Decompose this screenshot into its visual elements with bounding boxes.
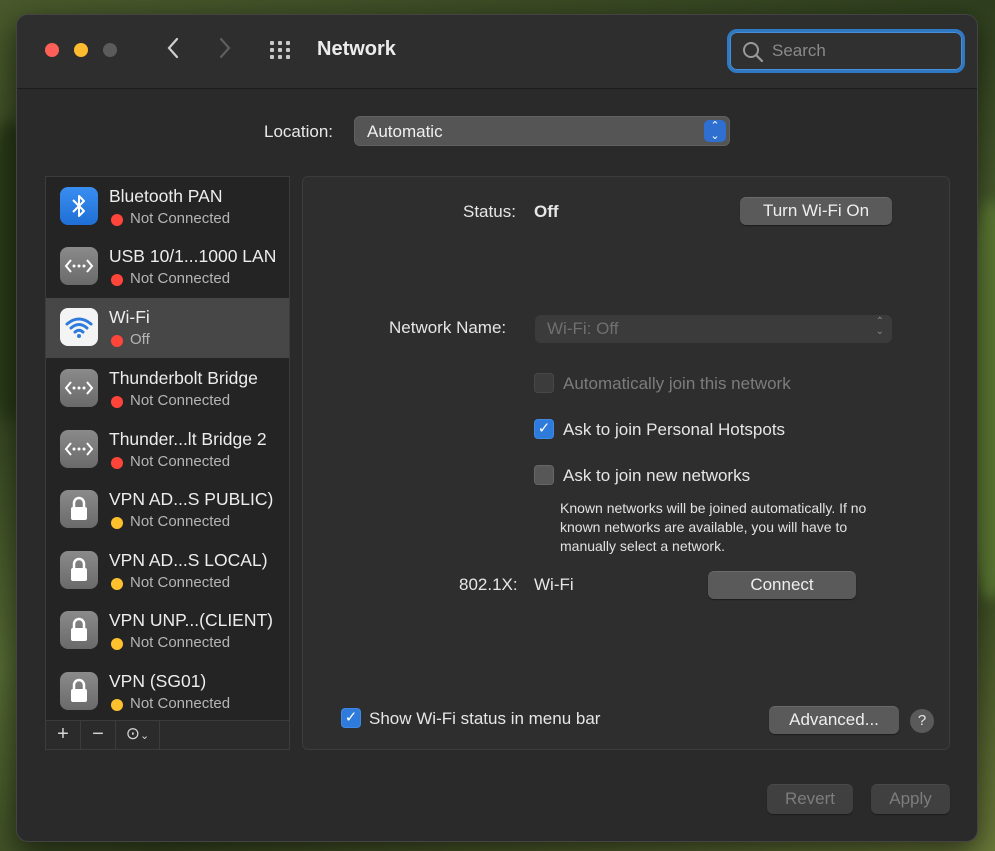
service-item-vpn-public[interactable]: VPN AD...S PUBLIC) Not Connected (46, 480, 289, 540)
status-dot (111, 335, 123, 347)
show-status-menu-bar-label: Show Wi-Fi status in menu bar (369, 709, 601, 728)
location-select[interactable]: Automatic ⌃ ⌄ (354, 116, 730, 146)
forward-button[interactable] (213, 37, 237, 63)
service-item-vpn-client[interactable]: VPN UNP...(CLIENT) Not Connected (46, 601, 289, 661)
zoom-button (103, 43, 117, 57)
status-dot (111, 214, 123, 226)
status-dot (111, 396, 123, 408)
service-status: Not Connected (130, 270, 231, 287)
connect-button[interactable]: Connect (708, 571, 856, 599)
status-value: Off (534, 202, 559, 221)
status-dot (111, 699, 123, 711)
network-name-label: Network Name: (389, 318, 507, 337)
popup-stepper-icon: ⌃ ⌄ (704, 120, 726, 142)
ellipsis-circle-icon: ⊙ (125, 724, 141, 743)
ask-hotspots-checkbox[interactable]: ✓ (534, 419, 554, 439)
service-status: Off (130, 331, 150, 348)
ethernet-icon (60, 430, 98, 468)
apply-button[interactable]: Apply (871, 784, 950, 814)
service-item-usb-lan[interactable]: USB 10/1...1000 LAN Not Connected (46, 237, 289, 297)
status-dot (111, 517, 123, 529)
network-name-value: Wi-Fi: Off (547, 319, 619, 338)
back-button[interactable] (161, 37, 185, 63)
service-status: Not Connected (130, 453, 231, 470)
wifi-icon (60, 308, 98, 346)
chevron-down-icon: ⌄ (140, 730, 150, 742)
remove-service-button[interactable]: − (81, 721, 116, 749)
help-button[interactable]: ? (910, 709, 934, 733)
advanced-button[interactable]: Advanced... (769, 706, 899, 734)
network-preferences-window: Network Location: Automatic ⌃⌄ Bluetooth… (16, 14, 978, 842)
service-status: Not Connected (130, 210, 231, 227)
minimize-button[interactable] (74, 43, 88, 57)
service-name: VPN AD...S PUBLIC) (109, 489, 274, 509)
location-value: Automatic (367, 122, 443, 141)
bluetooth-icon (60, 187, 98, 225)
lock-icon (60, 551, 98, 589)
service-item-thunderbolt-bridge-2[interactable]: Thunder...lt Bridge 2 Not Connected (46, 420, 289, 480)
action-menu-button[interactable]: ⊙⌄ (116, 721, 160, 749)
close-button[interactable] (45, 43, 59, 57)
dot1x-label: 802.1X: (459, 575, 518, 594)
status-dot (111, 578, 123, 590)
network-name-select: Wi-Fi: Off ⌃ ⌄ (535, 315, 892, 343)
service-name: Thunder...lt Bridge 2 (109, 429, 267, 449)
search-input[interactable] (772, 37, 952, 65)
window-title: Network (317, 38, 396, 60)
search-icon (743, 42, 764, 63)
show-all-grid-icon[interactable] (270, 41, 296, 61)
known-networks-note: Known networks will be joined automatica… (560, 500, 867, 554)
lock-icon (60, 672, 98, 710)
service-status: Not Connected (130, 695, 231, 712)
status-label: Status: (463, 202, 516, 221)
service-name: VPN UNP...(CLIENT) (109, 610, 274, 630)
service-item-vpn-sg01[interactable]: VPN (SG01) Not Connected (46, 662, 289, 722)
revert-button[interactable]: Revert (767, 784, 853, 814)
service-status: Not Connected (130, 634, 231, 651)
ask-new-networks-label: Ask to join new networks (563, 466, 751, 485)
ethernet-icon (60, 247, 98, 285)
dot1x-value: Wi-Fi (534, 575, 574, 594)
status-dot (111, 638, 123, 650)
auto-join-label: Automatically join this network (563, 374, 791, 393)
chevron-left-icon (167, 37, 179, 59)
search-field[interactable] (727, 29, 965, 73)
location-label: Location: (264, 122, 333, 141)
status-dot (111, 457, 123, 469)
service-name: VPN AD...S LOCAL) (109, 550, 268, 570)
ethernet-icon (60, 369, 98, 407)
service-status: Not Connected (130, 513, 231, 530)
chevron-right-icon (219, 37, 231, 59)
service-name: Thunderbolt Bridge (109, 368, 258, 388)
popup-chevron-icon: ⌃ ⌄ (875, 316, 884, 337)
service-list: Bluetooth PAN Not Connected USB 10/1...1… (45, 176, 290, 750)
status-dot (111, 274, 123, 286)
ask-new-networks-checkbox[interactable] (534, 465, 554, 485)
ask-hotspots-label: Ask to join Personal Hotspots (563, 420, 786, 439)
turn-wifi-on-button[interactable]: Turn Wi-Fi On (740, 197, 892, 225)
show-status-menu-bar-checkbox[interactable]: ✓ (341, 708, 361, 728)
service-status: Not Connected (130, 574, 231, 591)
service-item-thunderbolt-bridge[interactable]: Thunderbolt Bridge Not Connected (46, 359, 289, 419)
service-name: USB 10/1...1000 LAN (109, 246, 277, 266)
lock-icon (60, 490, 98, 528)
service-name: Bluetooth PAN (109, 186, 223, 206)
add-service-button[interactable]: + (46, 721, 81, 749)
service-item-vpn-local[interactable]: VPN AD...S LOCAL) Not Connected (46, 541, 289, 601)
service-item-bluetooth-pan[interactable]: Bluetooth PAN Not Connected (46, 177, 289, 237)
service-name: Wi-Fi (109, 307, 150, 327)
titlebar: Network (17, 15, 977, 89)
wifi-detail-panel: Status: Off Turn Wi-Fi On Network Name: … (302, 176, 950, 750)
service-status: Not Connected (130, 392, 231, 409)
service-name: VPN (SG01) (109, 671, 207, 691)
service-list-toolbar: + − ⊙⌄ (45, 720, 290, 750)
auto-join-checkbox (534, 373, 554, 393)
service-item-wifi[interactable]: Wi-Fi Off (46, 298, 289, 358)
lock-icon (60, 611, 98, 649)
